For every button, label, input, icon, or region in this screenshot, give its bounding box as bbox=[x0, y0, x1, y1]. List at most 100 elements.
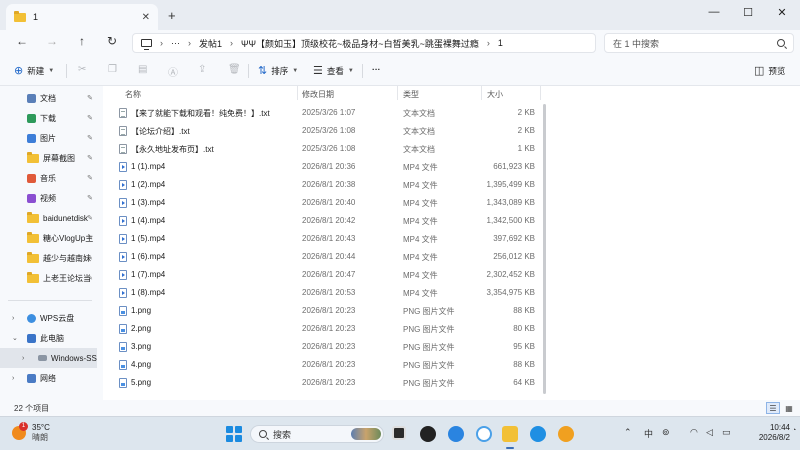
pin-icon[interactable]: ✎ bbox=[87, 274, 93, 282]
sidebar-item-quick[interactable]: 屏幕截图 ✎ bbox=[0, 148, 97, 168]
sidebar-item-quick[interactable]: 音乐 ✎ bbox=[0, 168, 97, 188]
sidebar-item-quick[interactable]: 越少与越南妹 ✎ bbox=[0, 248, 97, 268]
file-row[interactable]: 1 (8).mp4 2026/8/1 20:53 MP4 文件 3,354,975 K… bbox=[103, 284, 800, 302]
close-tab-icon[interactable]: ✕ bbox=[142, 12, 150, 23]
pin-icon[interactable]: ✎ bbox=[87, 94, 93, 102]
ime-indicator[interactable]: 中 bbox=[644, 427, 653, 440]
browser-icon[interactable] bbox=[448, 426, 464, 442]
rename-button[interactable]: Ⓐ bbox=[168, 64, 178, 79]
breadcrumb-more[interactable]: ··· bbox=[171, 38, 180, 48]
refresh-button[interactable]: ↻ bbox=[104, 34, 120, 48]
chevron-up-icon[interactable]: ⌃ bbox=[624, 427, 632, 438]
file-row[interactable]: 1 (5).mp4 2026/8/1 20:43 MP4 文件 397,692 KB bbox=[103, 230, 800, 248]
sort-button[interactable]: ⇅ 排序 ▼ bbox=[258, 64, 298, 77]
sidebar-item-this-pc[interactable]: ⌄ 此电脑 bbox=[0, 328, 97, 348]
volume-icon[interactable]: ◁ bbox=[706, 427, 713, 438]
file-row[interactable]: 1 (4).mp4 2026/8/1 20:42 MP4 文件 1,342,500 K… bbox=[103, 212, 800, 230]
qq-icon[interactable] bbox=[420, 426, 436, 442]
app-icon[interactable] bbox=[476, 426, 492, 442]
cut-button[interactable]: ✂ bbox=[78, 64, 86, 75]
up-button[interactable]: ↑ bbox=[74, 34, 90, 48]
audio-app-icon[interactable] bbox=[558, 426, 574, 442]
file-row[interactable]: 【来了就能下载和观看！纯免费！】.txt 2025/3/26 1:07 文本文档 2 … bbox=[103, 104, 800, 122]
notification-icon[interactable]: ◔ bbox=[792, 427, 796, 434]
tray-app-icon[interactable]: ⊚ bbox=[662, 427, 670, 438]
address-bar[interactable]: › ··· › 发帖1 › ΨΨ【颜如玉】顶级校花~极品身材~白皙美乳~跳蛋裸舞… bbox=[132, 33, 596, 53]
document-icon bbox=[27, 93, 36, 103]
file-row[interactable]: 【论坛介绍】.txt 2025/3/26 1:08 文本文档 2 KB bbox=[103, 122, 800, 140]
copy-button[interactable]: ❐ bbox=[108, 64, 117, 75]
pin-icon[interactable]: ✎ bbox=[87, 134, 93, 142]
file-row[interactable]: 1 (1).mp4 2026/8/1 20:36 MP4 文件 661,923 KB bbox=[103, 158, 800, 176]
png-file-icon bbox=[119, 360, 127, 370]
close-window-button[interactable]: ✕ bbox=[774, 6, 790, 19]
minimize-button[interactable]: — bbox=[706, 6, 722, 18]
column-header-date[interactable]: 修改日期 bbox=[302, 89, 334, 100]
tab-current[interactable]: 1 ✕ bbox=[6, 4, 158, 30]
file-row[interactable]: 【永久地址发布页】.txt 2025/3/26 1:08 文本文档 1 KB bbox=[103, 140, 800, 158]
chevron-right-icon: › bbox=[12, 314, 15, 322]
file-explorer-icon[interactable] bbox=[502, 426, 518, 442]
battery-icon[interactable]: ▭ bbox=[722, 427, 731, 438]
clock[interactable]: 10:44 2026/8/2 bbox=[740, 423, 790, 443]
pin-icon[interactable]: ✎ bbox=[87, 154, 93, 162]
file-row[interactable]: 1 (3).mp4 2026/8/1 20:40 MP4 文件 1,343,089 K… bbox=[103, 194, 800, 212]
edge-icon[interactable] bbox=[530, 426, 546, 442]
breadcrumb-item[interactable]: ΨΨ【颜如玉】顶级校花~极品身材~白皙美乳~跳蛋裸舞过瘾 bbox=[241, 37, 479, 50]
column-header-size[interactable]: 大小 bbox=[487, 89, 503, 100]
file-row[interactable]: 3.png 2026/8/1 20:23 PNG 图片文件 95 KB bbox=[103, 338, 800, 356]
sidebar-item-wps[interactable]: › WPS云盘 bbox=[0, 308, 97, 328]
pin-icon[interactable]: ✎ bbox=[87, 214, 93, 222]
task-view-icon[interactable] bbox=[392, 426, 406, 440]
column-headers: 名称 修改日期 类型 大小 bbox=[103, 86, 800, 100]
file-row[interactable]: 1 (7).mp4 2026/8/1 20:47 MP4 文件 2,302,452 K… bbox=[103, 266, 800, 284]
file-type: MP4 文件 bbox=[403, 199, 438, 208]
view-button[interactable]: ☰ 查看 ▼ bbox=[313, 64, 354, 77]
breadcrumb-item[interactable]: 发帖1 bbox=[199, 37, 222, 50]
share-button[interactable]: ⇪ bbox=[198, 64, 206, 75]
pin-icon[interactable]: ✎ bbox=[87, 234, 93, 242]
file-row[interactable]: 1.png 2026/8/1 20:23 PNG 图片文件 88 KB bbox=[103, 302, 800, 320]
weather-widget[interactable]: 1 35°C 晴朗 bbox=[12, 422, 50, 443]
new-tab-button[interactable]: + bbox=[168, 8, 176, 23]
file-list-scrollbar[interactable] bbox=[543, 104, 546, 394]
wifi-icon[interactable]: ◠ bbox=[690, 427, 698, 438]
file-type: PNG 图片文件 bbox=[403, 307, 455, 316]
maximize-button[interactable]: ☐ bbox=[740, 6, 756, 19]
sidebar-item-windows-ssd[interactable]: › Windows-SSD bbox=[0, 348, 97, 368]
preview-button[interactable]: ◫ 预览 bbox=[754, 64, 785, 77]
breadcrumb-item[interactable]: 1 bbox=[498, 38, 503, 48]
taskbar-search[interactable]: 搜索 bbox=[250, 425, 384, 443]
file-row[interactable]: 2.png 2026/8/1 20:23 PNG 图片文件 80 KB bbox=[103, 320, 800, 338]
file-row[interactable]: 4.png 2026/8/1 20:23 PNG 图片文件 88 KB bbox=[103, 356, 800, 374]
forward-button[interactable]: → bbox=[44, 34, 60, 48]
sidebar-item-quick[interactable]: 上老王论坛当 ✎ bbox=[0, 268, 97, 288]
new-button[interactable]: ⊕ 新建 ▼ bbox=[14, 64, 54, 77]
pin-icon[interactable]: ✎ bbox=[87, 174, 93, 182]
start-button[interactable] bbox=[226, 426, 242, 442]
file-row[interactable]: 1 (2).mp4 2026/8/1 20:38 MP4 文件 1,395,499 K… bbox=[103, 176, 800, 194]
sidebar-item-quick[interactable]: 图片 ✎ bbox=[0, 128, 97, 148]
more-options-button[interactable]: ··· bbox=[372, 64, 381, 74]
delete-button[interactable]: 🗑 bbox=[228, 64, 241, 75]
back-button[interactable]: ← bbox=[14, 34, 30, 48]
details-view-button[interactable]: ☰ bbox=[766, 402, 780, 414]
pin-icon[interactable]: ✎ bbox=[87, 194, 93, 202]
sidebar-item-quick[interactable]: 文档 ✎ bbox=[0, 88, 97, 108]
paste-button[interactable]: ▤ bbox=[138, 64, 147, 75]
file-date: 2025/3/26 1:08 bbox=[302, 144, 356, 153]
mp4-file-icon bbox=[119, 162, 127, 172]
sidebar-item-quick[interactable]: baidunetdisk ✎ bbox=[0, 208, 97, 228]
tiles-view-button[interactable]: ▦ bbox=[782, 402, 796, 414]
column-header-type[interactable]: 类型 bbox=[403, 89, 419, 100]
sidebar-item-quick[interactable]: 下载 ✎ bbox=[0, 108, 97, 128]
column-header-name[interactable]: 名称 bbox=[125, 89, 141, 100]
pin-icon[interactable]: ✎ bbox=[87, 114, 93, 122]
search-input[interactable]: 在 1 中搜索 bbox=[604, 33, 794, 53]
file-row[interactable]: 1 (6).mp4 2026/8/1 20:44 MP4 文件 256,012 KB bbox=[103, 248, 800, 266]
sidebar-item-quick[interactable]: 视频 ✎ bbox=[0, 188, 97, 208]
pin-icon[interactable]: ✎ bbox=[87, 254, 93, 262]
sidebar-item-quick[interactable]: 糖心VlogUp主 ✎ bbox=[0, 228, 97, 248]
sidebar-item-network[interactable]: › 网络 bbox=[0, 368, 97, 388]
file-row[interactable]: 5.png 2026/8/1 20:23 PNG 图片文件 64 KB bbox=[103, 374, 800, 392]
